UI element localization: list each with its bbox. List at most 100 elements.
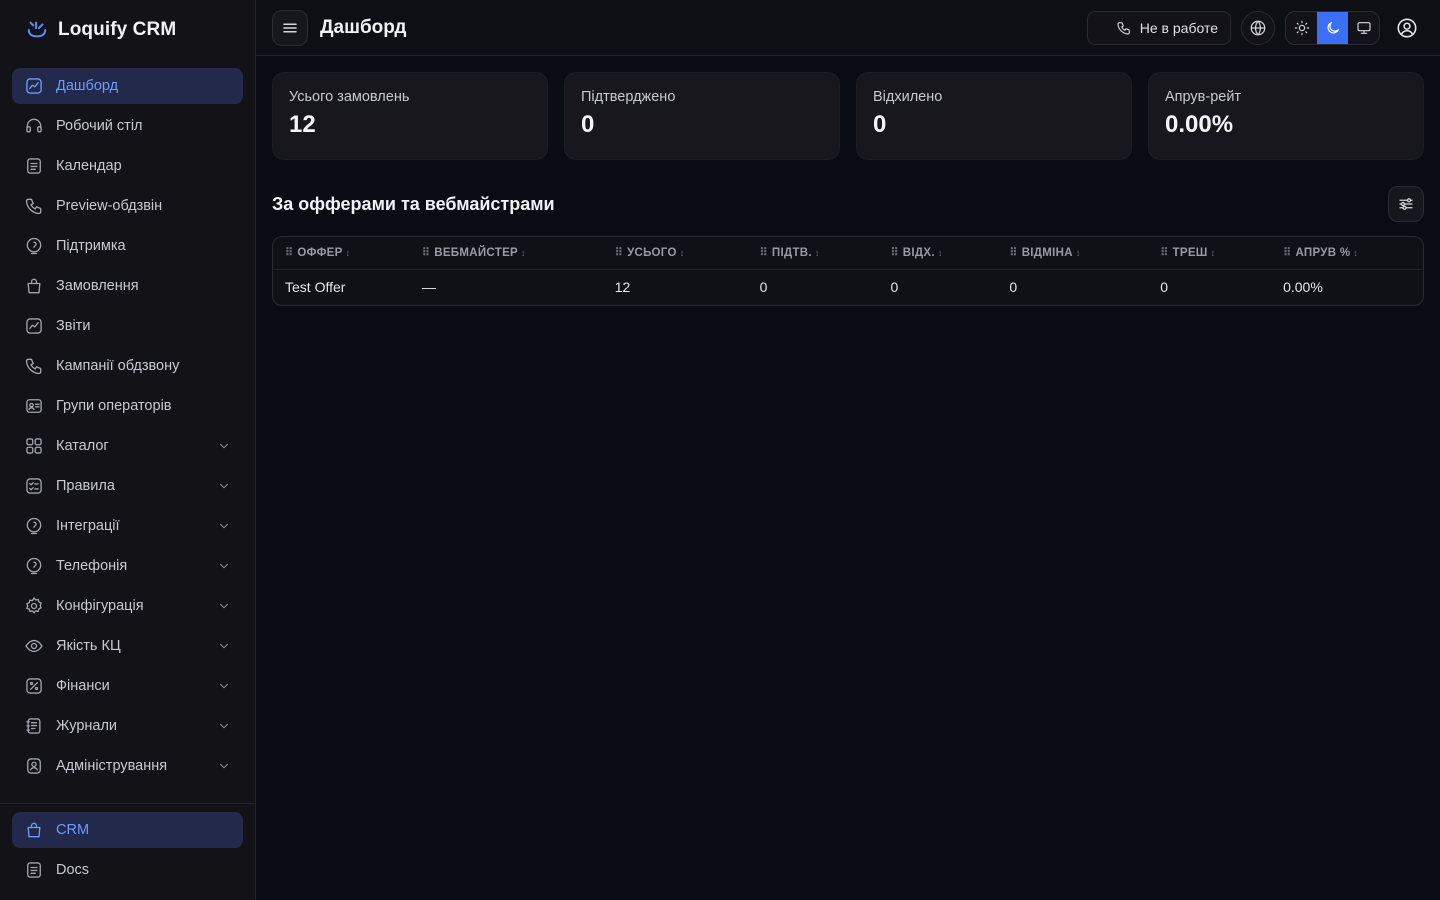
sidebar-item-12[interactable]: Інтеграції xyxy=(12,508,243,544)
sidebar-item-9[interactable]: Групи операторів xyxy=(12,388,243,424)
column-header[interactable]: ⠿ ОФФЕР ↕ xyxy=(273,237,410,270)
column-header[interactable]: ⠿ УСЬОГО ↕ xyxy=(602,237,748,270)
sidebar-item-13[interactable]: Телефонія xyxy=(12,548,243,584)
journal-icon xyxy=(24,716,44,736)
user-avatar-button[interactable] xyxy=(1390,11,1424,45)
sidebar-bottom-item-1[interactable]: CRM xyxy=(12,812,243,848)
operator-status-label: Не в работе xyxy=(1139,19,1218,36)
column-header[interactable]: ⠿ АПРУВ % ↕ xyxy=(1271,237,1423,270)
support-icon xyxy=(24,516,44,536)
drag-handle-icon[interactable]: ⠿ xyxy=(1283,247,1291,259)
sort-icon: ↕ xyxy=(1075,248,1081,259)
logo-icon xyxy=(27,21,47,38)
support-icon xyxy=(24,556,44,576)
operator-status-button[interactable]: Не в работе xyxy=(1086,10,1231,45)
sidebar-item-15[interactable]: Якість КЦ xyxy=(12,628,243,664)
stat-label: Відхилено xyxy=(873,89,943,105)
globe-icon xyxy=(1250,20,1266,35)
sidebar-item-17[interactable]: Журнали xyxy=(12,708,243,744)
gear-icon xyxy=(24,596,44,616)
column-header[interactable]: ⠿ ПІДТВ. ↕ xyxy=(747,237,879,270)
sidebar-item-label: Каталог xyxy=(56,438,109,454)
headset-icon xyxy=(24,116,44,136)
stats-row: Усього замовлень 12 Підтверджено 0 Відхилено… xyxy=(272,72,1424,160)
sidebar-bottom-item-2[interactable]: Docs xyxy=(12,852,243,888)
table-cell: 0 xyxy=(1009,279,1018,296)
percent-icon xyxy=(24,676,44,696)
chevron-down-icon xyxy=(219,603,229,609)
theme-dark-button[interactable] xyxy=(1317,11,1348,44)
moon-icon xyxy=(1327,21,1339,33)
drag-handle-icon[interactable]: ⠿ xyxy=(1009,247,1017,259)
sidebar: Loquify CRM Дашборд Робочий стіл Календар P… xyxy=(0,0,256,900)
drag-handle-icon[interactable]: ⠿ xyxy=(760,247,768,259)
column-header-label: ОФФЕР xyxy=(297,247,343,260)
sidebar-item-1[interactable]: Дашборд xyxy=(12,68,243,104)
drag-handle-icon[interactable]: ⠿ xyxy=(615,247,623,259)
chevron-down-icon xyxy=(219,763,229,769)
sidebar-item-8[interactable]: Кампанії обдзвону xyxy=(12,348,243,384)
stat-value: 0 xyxy=(581,111,595,138)
document-icon xyxy=(24,156,44,176)
table-row[interactable]: Test Offer — 12 0 0 0 0 0.00% xyxy=(273,269,1423,305)
column-header[interactable]: ⠿ ВЕБМАЙСТЕР ↕ xyxy=(409,237,603,270)
document-icon xyxy=(24,860,44,880)
sidebar-item-label: Журнали xyxy=(56,718,118,734)
sliders-icon xyxy=(1399,198,1413,210)
sidebar-item-label: Інтеграції xyxy=(56,518,120,534)
drag-handle-icon[interactable]: ⠿ xyxy=(422,247,430,259)
sidebar-item-11[interactable]: Правила xyxy=(12,468,243,504)
sidebar-item-7[interactable]: Звіти xyxy=(12,308,243,344)
table-cell: Test Offer xyxy=(285,279,346,296)
stat-label: Підтверджено xyxy=(581,89,676,105)
sidebar-item-18[interactable]: Адміністрування xyxy=(12,748,243,784)
sidebar-item-5[interactable]: Підтримка xyxy=(12,228,243,264)
chevron-down-icon xyxy=(219,723,229,729)
bag-icon xyxy=(24,276,44,296)
chevron-down-icon xyxy=(219,683,229,689)
column-header[interactable]: ⠿ ТРЕШ ↕ xyxy=(1148,237,1272,270)
checklist-icon xyxy=(24,476,44,496)
column-header[interactable]: ⠿ ВІДХ. ↕ xyxy=(878,237,998,270)
main-area: Дашборд Не в работе Усього замовлень 12 … xyxy=(256,0,1440,900)
sidebar-item-label: Конфігурація xyxy=(56,598,144,614)
brand-name: Loquify CRM xyxy=(58,19,177,40)
stat-card: Відхилено 0 xyxy=(856,72,1132,160)
topbar-actions: Не в работе xyxy=(1086,10,1424,45)
phone-icon xyxy=(1117,21,1130,35)
drag-handle-icon[interactable]: ⠿ xyxy=(1160,247,1168,259)
sidebar-item-label: Дашборд xyxy=(56,78,119,94)
stat-label: Апрув-рейт xyxy=(1165,89,1242,105)
sidebar-item-10[interactable]: Каталог xyxy=(12,428,243,464)
monitor-icon xyxy=(1356,21,1371,34)
chart-icon xyxy=(24,316,44,336)
sidebar-bottom: CRM Docs xyxy=(0,803,255,900)
sidebar-item-16[interactable]: Фінанси xyxy=(12,668,243,704)
stat-value: 12 xyxy=(289,111,316,138)
offers-section-header: За офферами та вебмайстрами xyxy=(272,186,1424,222)
sidebar-item-label: Замовлення xyxy=(56,278,139,294)
column-header-label: ВІДМІНА xyxy=(1021,247,1073,260)
drag-handle-icon[interactable]: ⠿ xyxy=(285,247,293,259)
section-title: За офферами та вебмайстрами xyxy=(272,193,555,214)
stat-label: Усього замовлень xyxy=(289,89,410,105)
sidebar-item-3[interactable]: Календар xyxy=(12,148,243,184)
menu-toggle-button[interactable] xyxy=(272,9,308,46)
table-settings-button[interactable] xyxy=(1388,186,1424,222)
language-button[interactable] xyxy=(1241,10,1275,45)
sidebar-item-2[interactable]: Робочий стіл xyxy=(12,108,243,144)
column-header[interactable]: ⠿ ВІДМІНА ↕ xyxy=(997,237,1149,270)
sidebar-item-6[interactable]: Замовлення xyxy=(12,268,243,304)
chevron-down-icon xyxy=(219,643,229,649)
drag-handle-icon[interactable]: ⠿ xyxy=(890,247,898,259)
sidebar-item-14[interactable]: Конфігурація xyxy=(12,588,243,624)
theme-system-button[interactable] xyxy=(1348,12,1379,44)
phone-icon xyxy=(24,356,44,376)
table-header-row: ⠿ ОФФЕР ↕ ⠿ ВЕБМАЙСТЕР ↕ ⠿ УСЬОГО ↕ ⠿ ПІДТВ. ↕ ⠿ ВІДХ… xyxy=(273,237,1423,270)
support-icon xyxy=(24,236,44,256)
sidebar-item-4[interactable]: Preview-обдзвін xyxy=(12,188,243,224)
sidebar-item-label: Адміністрування xyxy=(56,758,168,774)
theme-light-button[interactable] xyxy=(1286,12,1317,44)
sidebar-item-label: Docs xyxy=(56,862,90,878)
brand[interactable]: Loquify CRM xyxy=(0,0,255,60)
